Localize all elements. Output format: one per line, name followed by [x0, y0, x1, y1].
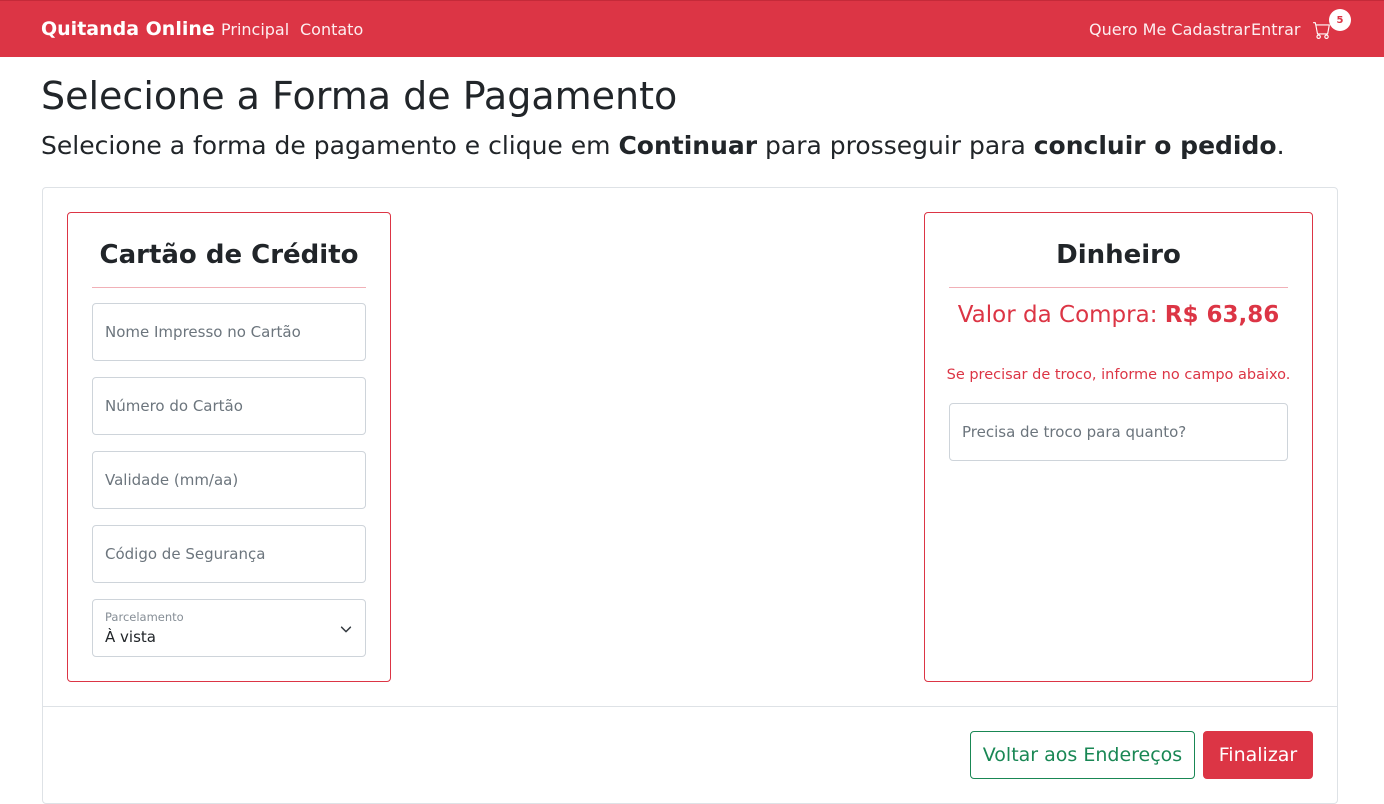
subtitle-text-2: para prosseguir para	[757, 131, 1034, 160]
cash-panel: Dinheiro Valor da Compra: R$ 63,86 Se pr…	[924, 212, 1313, 682]
card-footer-divider	[43, 706, 1337, 707]
credit-card-panel: Cartão de Crédito Parcelamento À vista	[67, 212, 391, 682]
nav-link-login[interactable]: Entrar	[1251, 20, 1300, 39]
change-input[interactable]	[950, 404, 1287, 460]
finish-button[interactable]: Finalizar	[1203, 731, 1313, 779]
subtitle-text-1: Selecione a forma de pagamento e clique …	[41, 131, 619, 160]
cash-title: Dinheiro	[1056, 240, 1181, 270]
page-subtitle: Selecione a forma de pagamento e clique …	[41, 131, 1285, 160]
nav-link-contato[interactable]: Contato	[300, 20, 363, 39]
card-number-field[interactable]	[92, 377, 366, 435]
card-cvv-field[interactable]	[92, 525, 366, 583]
card-name-input[interactable]	[93, 304, 365, 360]
cart-icon[interactable]	[1313, 21, 1331, 39]
back-to-addresses-button[interactable]: Voltar aos Endereços	[970, 731, 1195, 779]
purchase-amount-value: R$ 63,86	[1164, 302, 1280, 328]
card-name-field[interactable]	[92, 303, 366, 361]
installments-label: Parcelamento	[105, 610, 184, 624]
cart-count-badge: 5	[1329, 9, 1351, 31]
purchase-amount: Valor da Compra: R$ 63,86	[925, 302, 1312, 328]
installments-value: À vista	[105, 628, 156, 646]
nav-link-principal[interactable]: Principal	[221, 20, 289, 39]
card-number-input[interactable]	[93, 378, 365, 434]
change-field[interactable]	[949, 403, 1288, 461]
card-expiry-input[interactable]	[93, 452, 365, 508]
top-navbar: Quitanda Online Principal Contato Quero …	[0, 0, 1384, 57]
subtitle-text-3: .	[1276, 131, 1285, 160]
page-title: Selecione a Forma de Pagamento	[41, 74, 678, 118]
purchase-amount-label: Valor da Compra:	[957, 302, 1165, 328]
subtitle-bold-continuar: Continuar	[618, 131, 758, 160]
card-cvv-input[interactable]	[93, 526, 365, 582]
credit-card-title: Cartão de Crédito	[99, 240, 359, 270]
chevron-down-icon	[340, 626, 352, 633]
installments-select[interactable]: Parcelamento À vista	[92, 599, 366, 657]
change-hint: Se precisar de troco, informe no campo a…	[946, 367, 1291, 383]
nav-link-register[interactable]: Quero Me Cadastrar	[1089, 20, 1250, 39]
brand-logo[interactable]: Quitanda Online	[41, 18, 215, 40]
card-expiry-field[interactable]	[92, 451, 366, 509]
credit-card-divider	[92, 287, 366, 288]
cash-divider	[949, 287, 1288, 288]
subtitle-bold-concluir: concluir o pedido	[1033, 131, 1277, 160]
